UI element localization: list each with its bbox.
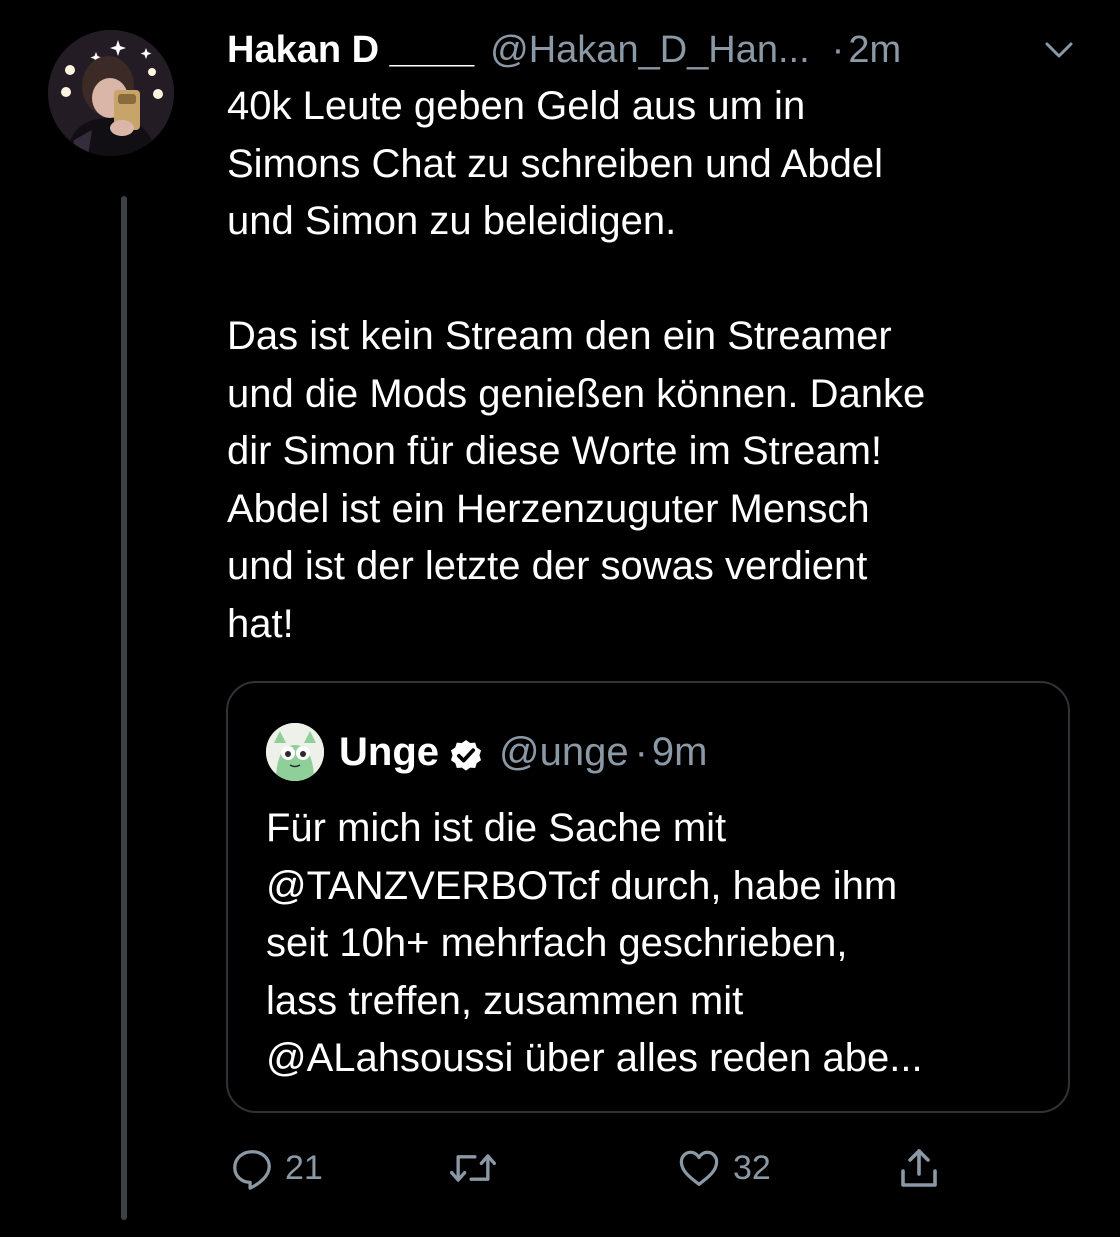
verified-badge-icon [447, 733, 485, 771]
tweet-action-bar: 21 32 [227, 1138, 967, 1198]
retweet-button[interactable] [447, 1138, 509, 1198]
author-handle[interactable]: @Hakan_D_Han... [490, 24, 810, 76]
thread-line [121, 196, 127, 1220]
share-button[interactable] [895, 1138, 943, 1198]
quoted-tweet-header: Unge @unge · 9m [339, 724, 708, 780]
quoted-author-handle[interactable]: @unge [499, 724, 629, 780]
share-icon [895, 1144, 943, 1192]
chevron-down-icon[interactable] [1043, 38, 1075, 62]
heart-icon [675, 1145, 723, 1191]
tweet-text: 40k Leute geben Geld aus um in Simons Ch… [227, 84, 926, 646]
like-button[interactable]: 32 [675, 1138, 771, 1198]
quoted-author-avatar [266, 723, 324, 781]
quoted-tweet-card[interactable]: Unge @unge · 9m Für mich ist die Sache m… [226, 681, 1070, 1113]
separator-dot: · [831, 29, 845, 71]
quoted-tweet-timestamp[interactable]: 9m [652, 724, 708, 780]
quoted-tweet-text: Für mich ist die Sache mit @TANZVERBOTcf… [266, 806, 923, 1080]
avatar-image [48, 30, 174, 156]
quoted-author-display-name[interactable]: Unge [339, 724, 439, 780]
author-display-name[interactable]: Hakan D ____ [227, 24, 474, 76]
retweet-icon [447, 1145, 499, 1191]
separator-dot: · [634, 730, 648, 774]
tweet-timestamp[interactable]: 2m [848, 24, 901, 76]
reply-icon [229, 1145, 275, 1191]
reply-button[interactable]: 21 [229, 1138, 323, 1198]
reply-count: 21 [285, 1148, 323, 1187]
frog-avatar-icon [266, 723, 324, 781]
tweet-header: Hakan D ____ @Hakan_D_Han... · 2m [227, 24, 1097, 76]
like-count: 32 [733, 1148, 771, 1187]
author-avatar[interactable] [48, 30, 174, 156]
